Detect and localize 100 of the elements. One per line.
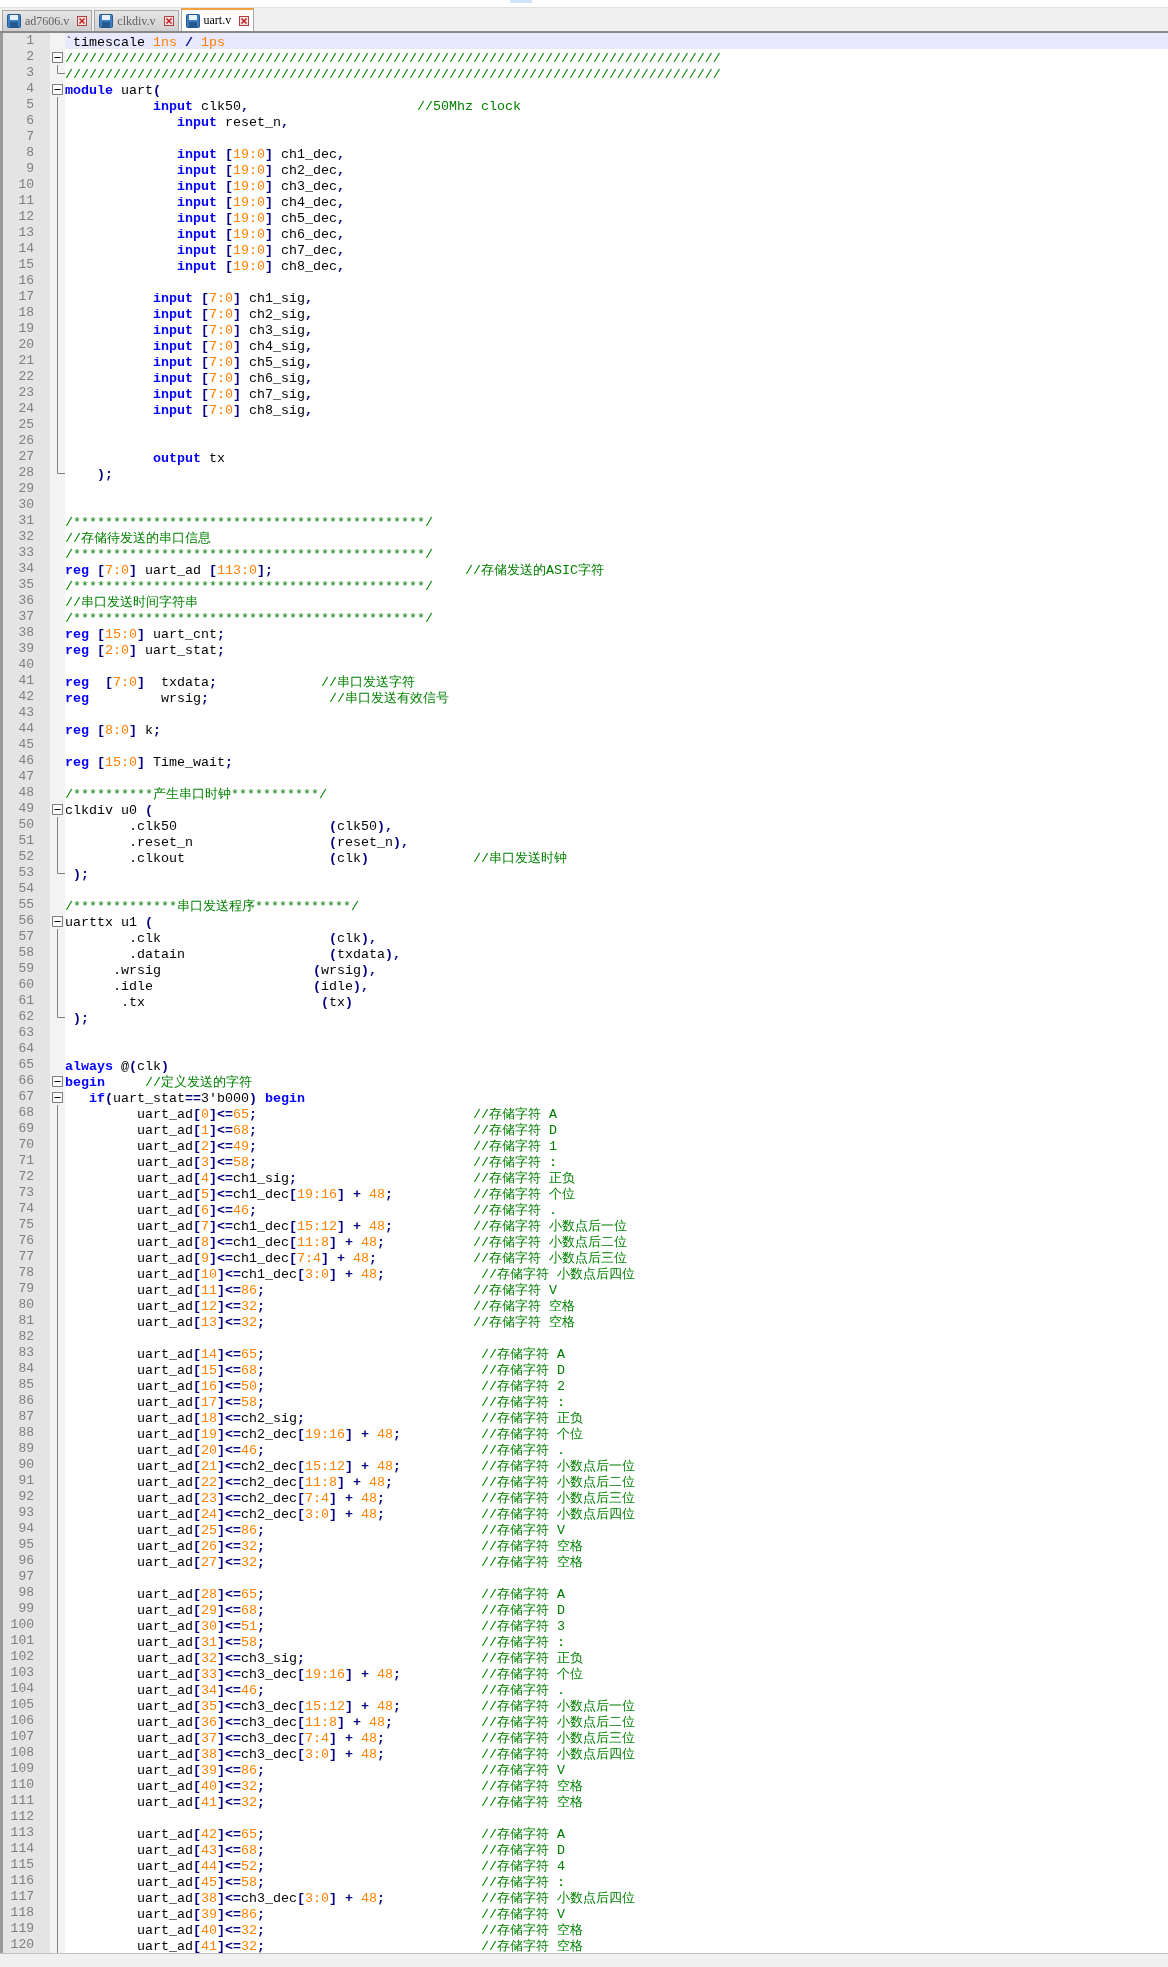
line-number: 21 [17, 353, 35, 369]
line-number: 27 [17, 449, 35, 465]
line-number: 25 [17, 417, 35, 433]
code-line: //串口发送时间字符串 [65, 595, 198, 611]
code-line: //存储待发送的串口信息 [65, 531, 211, 547]
code-line: uarttx u1 ( [65, 915, 153, 931]
fold-end-icon [57, 865, 65, 874]
code-line: /********************************************/ [65, 547, 433, 563]
fold-toggle-icon[interactable] [52, 803, 63, 815]
code-line: uart_ad[30]<=51; //存储字符 3 [135, 1619, 565, 1635]
line-number: 118 [9, 1905, 35, 1921]
line-number: 116 [9, 1873, 35, 1889]
code-line: uart_ad[38]<=ch3_dec[3:0] + 48; //存储字符 小数点后四位 [135, 1747, 635, 1763]
line-number: 77 [17, 1249, 35, 1265]
code-line: uart_ad[43]<=68; //存储字符 D [135, 1843, 565, 1859]
code-line: uart_ad[39]<=86; //存储字符 V [135, 1907, 565, 1923]
code-line: uart_ad[29]<=68; //存储字符 D [135, 1603, 565, 1619]
code-line: uart_ad[7]<=ch1_dec[15:12] + 48; //存储字符 小数点后一位 [135, 1219, 627, 1235]
fold-toggle-icon[interactable] [52, 83, 63, 95]
close-icon[interactable] [163, 16, 174, 26]
code-line: uart_ad[44]<=52; //存储字符 4 [135, 1859, 565, 1875]
code-line: reg [2:0] uart_stat; [65, 643, 225, 659]
line-number: 62 [17, 1009, 35, 1025]
line-number: 98 [17, 1585, 35, 1601]
code-line: /********************************************/ [65, 611, 433, 627]
code-line: input [7:0] ch2_sig, [151, 307, 313, 323]
code-line: input [7:0] ch8_sig, [151, 403, 313, 419]
line-number: 43 [17, 705, 35, 721]
line-number: 49 [17, 801, 35, 817]
code-line: .clk50 (clk50), [128, 819, 393, 835]
code-line: ////////////////////////////////////////////////////////////////////////////////// [65, 67, 721, 83]
line-number: 76 [17, 1233, 35, 1249]
code-line: uart_ad[4]<=ch1_sig; //存储字符 正负 [135, 1171, 575, 1187]
code-line: input [19:0] ch4_dec, [175, 195, 345, 211]
file-tab[interactable]: uart.v [180, 7, 255, 31]
line-number: 78 [17, 1265, 35, 1281]
code-line: uart_ad[42]<=65; //存储字符 A [135, 1827, 565, 1843]
code-line: ); [96, 467, 113, 483]
code-line: input [19:0] ch6_dec, [175, 227, 345, 243]
line-number: 7 [25, 129, 35, 145]
code-line: uart_ad[15]<=68; //存储字符 D [135, 1363, 565, 1379]
line-number: 24 [17, 401, 35, 417]
line-number: 59 [17, 961, 35, 977]
fold-toggle-icon[interactable] [52, 51, 63, 63]
code-line: reg wrsig; //串口发送有效信号 [65, 691, 449, 707]
line-number: 82 [17, 1329, 35, 1345]
line-number: 90 [17, 1457, 35, 1473]
code-line: uart_ad[27]<=32; //存储字符 空格 [135, 1555, 583, 1571]
line-number: 55 [17, 897, 35, 913]
code-line: input [7:0] ch5_sig, [151, 355, 313, 371]
fold-toggle-icon[interactable] [52, 1091, 63, 1103]
line-number: 84 [17, 1361, 35, 1377]
line-number: 34 [17, 561, 35, 577]
line-number: 60 [17, 977, 35, 993]
code-line: reg [7:0] txdata; //串口发送字符 [65, 675, 415, 691]
file-tab[interactable]: ad7606.v [2, 10, 93, 31]
line-number: 14 [17, 241, 35, 257]
line-number: 81 [17, 1313, 35, 1329]
line-number: 66 [17, 1073, 35, 1089]
fold-toggle-icon[interactable] [52, 1075, 63, 1087]
close-icon[interactable] [77, 16, 88, 26]
code-line: `timescale 1ns / 1ps [65, 35, 225, 51]
code-line: /*************串口发送程序************/ [65, 899, 359, 915]
code-line: uart_ad[41]<=32; //存储字符 空格 [135, 1939, 583, 1955]
code-line: uart_ad[38]<=ch3_dec[3:0] + 48; //存储字符 小数点后四位 [135, 1891, 635, 1907]
line-number: 103 [9, 1665, 35, 1681]
code-line: uart_ad[34]<=46; //存储字符 . [135, 1683, 565, 1699]
line-number: 8 [25, 145, 35, 161]
code-line: input [19:0] ch1_dec, [175, 147, 345, 163]
code-line: uart_ad[40]<=32; //存储字符 空格 [135, 1923, 583, 1939]
file-tab[interactable]: clkdiv.v [94, 10, 179, 31]
code-line: uart_ad[19]<=ch2_dec[19:16] + 48; //存储字符 个位 [135, 1427, 583, 1443]
line-number: 112 [9, 1809, 35, 1825]
code-line: .clkout (clk) //串口发送时钟 [128, 851, 567, 867]
code-line: module uart( [65, 83, 161, 99]
line-number: 54 [17, 881, 35, 897]
fold-toggle-icon[interactable] [52, 915, 63, 927]
code-line: uart_ad[32]<=ch3_sig; //存储字符 正负 [135, 1651, 583, 1667]
line-number: 101 [9, 1633, 35, 1649]
code-line: input [7:0] ch7_sig, [151, 387, 313, 403]
line-number: 113 [9, 1825, 35, 1841]
line-number: 73 [17, 1185, 35, 1201]
line-number: 16 [17, 273, 35, 289]
code-line: input [19:0] ch5_dec, [175, 211, 345, 227]
line-number: 10 [17, 177, 35, 193]
line-number: 115 [9, 1857, 35, 1873]
code-line: input [7:0] ch3_sig, [151, 323, 313, 339]
line-number: 104 [9, 1681, 35, 1697]
line-number: 12 [17, 209, 35, 225]
code-line: uart_ad[14]<=65; //存储字符 A [135, 1347, 565, 1363]
code-line: uart_ad[1]<=68; //存储字符 D [135, 1123, 557, 1139]
code-line: uart_ad[23]<=ch2_dec[7:4] + 48; //存储字符 小数点后三位 [135, 1491, 635, 1507]
close-icon[interactable] [239, 15, 250, 26]
line-number: 11 [17, 193, 35, 209]
code-line: uart_ad[11]<=86; //存储字符 V [135, 1283, 557, 1299]
code-line: uart_ad[20]<=46; //存储字符 . [135, 1443, 565, 1459]
line-number: 28 [17, 465, 35, 481]
line-number: 30 [17, 497, 35, 513]
line-number: 105 [9, 1697, 35, 1713]
line-number: 17 [17, 289, 35, 305]
